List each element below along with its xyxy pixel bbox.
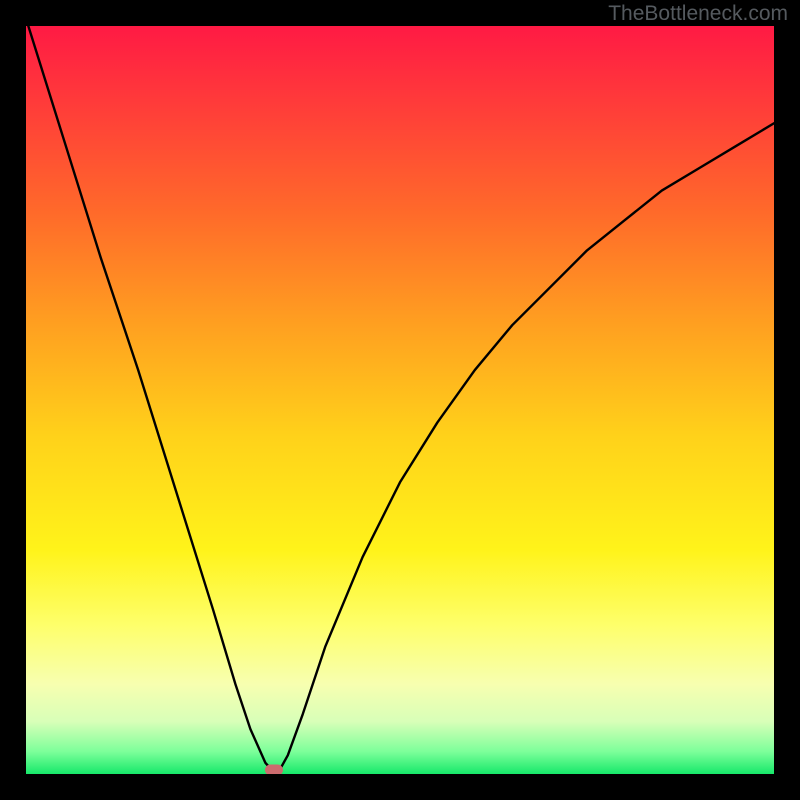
bottleneck-curve: [26, 26, 774, 771]
watermark-text: TheBottleneck.com: [608, 2, 788, 26]
curve-svg: [26, 26, 774, 774]
chart-frame: TheBottleneck.com: [0, 0, 800, 800]
plot-area: [26, 26, 774, 774]
bottleneck-marker: [265, 764, 283, 774]
